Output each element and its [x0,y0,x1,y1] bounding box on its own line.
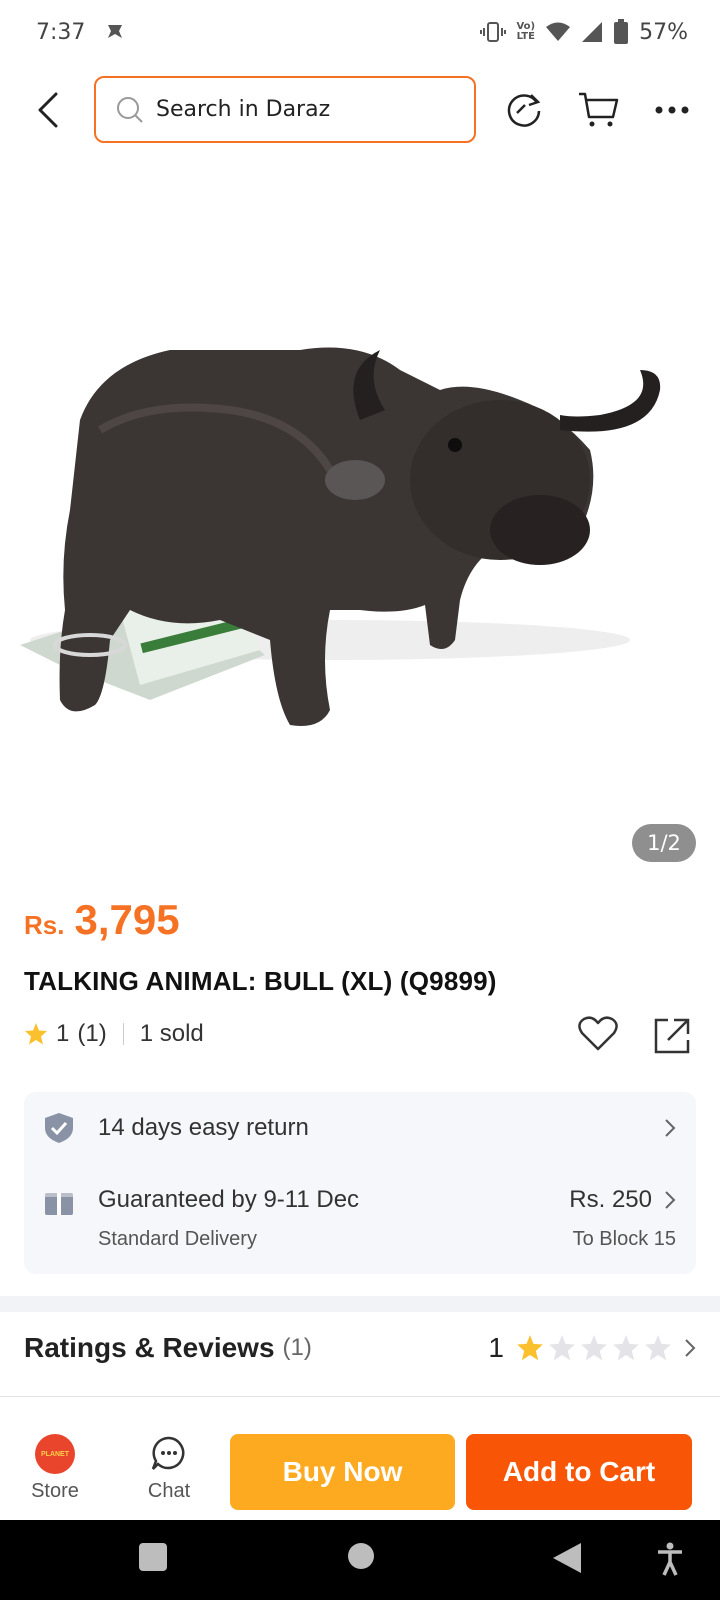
cart-button[interactable] [574,86,622,134]
store-button[interactable]: PLANET Store [10,1434,100,1503]
return-text: 14 days easy return [98,1114,309,1141]
chat-icon [151,1436,185,1470]
home-icon[interactable] [347,1542,375,1570]
star-empty-icon [645,1335,671,1361]
star-icon [25,1023,47,1045]
product-price: Rs. 3,795 [24,896,180,944]
store-label: Store [31,1480,79,1502]
ratings-heading: Ratings & Reviews [24,1332,275,1363]
price-amount: 3,795 [74,896,180,943]
back-nav-icon[interactable] [552,1542,582,1574]
delivery-destination: To Block 15 [572,1228,676,1250]
share-icon [654,1018,690,1054]
product-image [20,347,661,726]
volte-indicator: Vo) LTE [516,21,536,42]
more-button[interactable] [648,86,696,134]
package-icon [45,1193,73,1215]
delivery-row[interactable]: Guaranteed by 9-11 Dec Standard Delivery… [24,1164,696,1274]
heart-icon [578,1016,618,1051]
ratings-reviews-row[interactable]: Ratings & Reviews (1) 1 [24,1322,696,1374]
add-to-cart-button[interactable]: Add to Cart [466,1434,692,1510]
buy-now-button[interactable]: Buy Now [230,1434,455,1510]
price-currency: Rs. [24,910,65,940]
delivery-fee: Rs. 250 [569,1186,652,1213]
chevron-right-icon [665,1119,676,1137]
more-icon [655,106,689,114]
meta-divider [122,1023,124,1045]
ratings-score-value: 1 [488,1332,504,1363]
sold-count: 1 sold [139,1020,204,1047]
delivery-guarantee: Guaranteed by 9-11 Dec [98,1186,360,1213]
battery-percent: 57% [639,19,688,45]
bottom-action-bar: PLANET Store Chat Buy Now Add to Cart [0,1424,720,1520]
vibrate-icon [480,22,507,42]
rating-count: (1) [77,1020,107,1047]
product-image-gallery[interactable]: 1/2 [0,160,720,862]
product-title: TALKING ANIMAL: BULL (XL) (Q9899) [24,966,497,996]
section-divider [0,1296,720,1312]
battery-icon [614,19,629,44]
chat-label: Chat [147,1480,191,1502]
ratings-score: 1 [488,1332,696,1364]
wishlist-button[interactable] [578,1016,618,1057]
back-arrow-icon [38,92,58,128]
service-info-card: 14 days easy return Guaranteed by 9-11 D… [24,1092,696,1274]
refresh-button[interactable] [500,86,548,134]
recents-icon[interactable] [138,1542,168,1572]
notification-icon [108,25,123,38]
top-bar: Search in Daraz [0,76,720,144]
search-placeholder: Search in Daraz [156,97,331,122]
status-time: 7:37 [36,19,86,45]
chevron-right-icon [665,1191,676,1209]
star-empty-icon [581,1335,607,1361]
image-counter: 1/2 [632,824,696,862]
chevron-right-icon [685,1339,696,1357]
search-input[interactable]: Search in Daraz [94,76,476,143]
bottom-divider [0,1396,720,1397]
delivery-type: Standard Delivery [98,1228,257,1250]
accessibility-icon[interactable] [656,1542,684,1576]
product-meta: 1 (1) 1 sold [24,1020,204,1048]
wifi-icon [546,22,571,41]
return-policy-row[interactable]: 14 days easy return [24,1092,696,1164]
cart-icon [579,92,619,127]
signal-icon [582,22,603,42]
share-button[interactable] [652,1016,692,1061]
star-empty-icon [613,1335,639,1361]
star-empty-icon [549,1335,575,1361]
status-bar: 7:37 Vo) LTE 57% [0,0,720,64]
search-icon [117,96,143,123]
back-button[interactable] [28,86,68,134]
store-logo-icon: PLANET [35,1434,75,1474]
ratings-count: (1) [282,1334,312,1361]
star-filled-icon [517,1335,543,1361]
refresh-icon [507,94,541,127]
chat-button[interactable]: Chat [124,1434,214,1503]
shield-check-icon [45,1113,73,1143]
system-navigation-bar [0,1520,720,1600]
rating-value: 1 [56,1020,70,1047]
